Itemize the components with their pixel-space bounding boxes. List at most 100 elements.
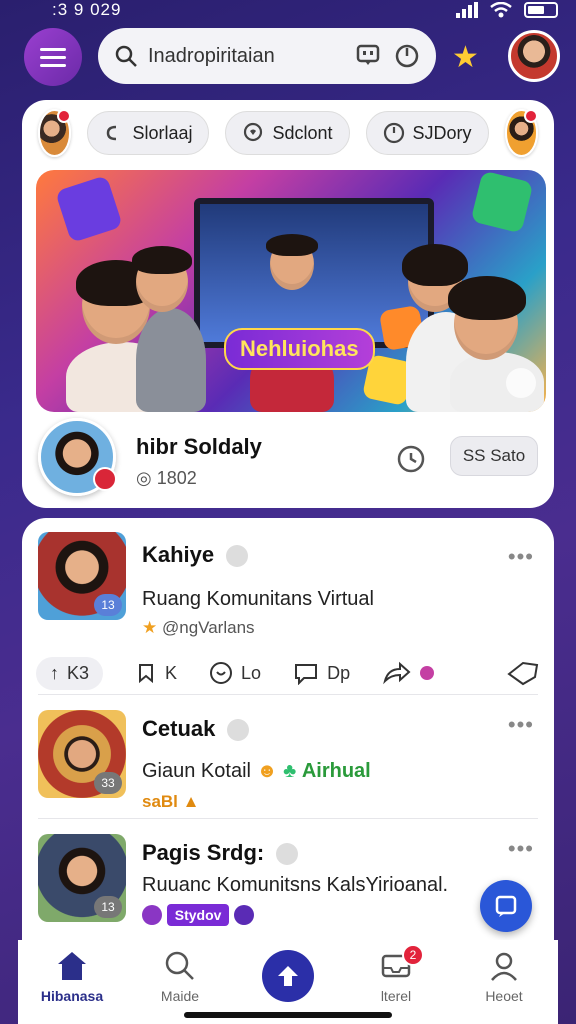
- link-icon: [107, 125, 117, 141]
- clock-icon: [383, 122, 404, 144]
- chip-row: Slorlaaj Sdclont SJDory: [38, 109, 538, 157]
- nav-profile[interactable]: Heoet: [454, 950, 554, 1004]
- chip-2[interactable]: Sdclont: [225, 111, 350, 155]
- post-title[interactable]: Cetuak: [142, 716, 250, 742]
- post-title-text: Pagis Srdg:: [142, 840, 265, 865]
- profile-name[interactable]: hibr Soldaly: [136, 434, 262, 460]
- reaction-icon: [210, 662, 233, 684]
- more-icon[interactable]: •••: [508, 544, 534, 570]
- tag-button[interactable]: [506, 660, 540, 686]
- post-title-text: Kahiye: [142, 542, 215, 567]
- tag-icon-right: [234, 905, 255, 925]
- post-title[interactable]: Pagis Srdg:: [142, 840, 299, 866]
- hero-label: Nehluiohas: [224, 328, 375, 370]
- post-badge: 13: [94, 896, 122, 918]
- profile-row: hibr Soldaly ◎ 1802 SS Sato: [38, 418, 538, 498]
- signal-icon: [456, 2, 478, 18]
- inbox-badge: 2: [402, 944, 424, 966]
- bookmark-button[interactable]: K: [135, 662, 177, 684]
- nav-home[interactable]: Hibanasa: [22, 950, 122, 1004]
- compose-icon: [495, 895, 517, 917]
- group-avatar-left[interactable]: [38, 109, 72, 157]
- nav-inbox-label: lterel: [380, 988, 412, 1004]
- hero-more-button[interactable]: [506, 368, 536, 398]
- upload-button[interactable]: [262, 950, 314, 1002]
- nav-search[interactable]: Maide: [130, 950, 230, 1004]
- nav-home-label: Hibanasa: [40, 988, 104, 1004]
- status-bar: :3 9 029: [0, 0, 576, 22]
- like-icon: ↑: [50, 662, 59, 683]
- status-button[interactable]: SS Sato: [450, 436, 538, 476]
- feed-card: 13 Kahiye Ruang Komunitans Virtual ★ @ng…: [22, 518, 554, 948]
- bookmark-icon: [139, 664, 154, 684]
- post-item[interactable]: 13 Pagis Srdg: Ruuanc Komunitsns KalsYir…: [22, 834, 554, 944]
- more-icon[interactable]: •••: [508, 712, 534, 738]
- tag-icon: [507, 661, 539, 686]
- post-line: Ruang Komunitans Virtual: [142, 588, 374, 610]
- nav-search-label: Maide: [160, 988, 200, 1004]
- profile-avatar[interactable]: [38, 418, 117, 496]
- reaction-count: Lo: [241, 662, 262, 683]
- post-line-a: Giaun Kotail: [142, 760, 251, 782]
- top-bar: Inadropiritaian ★: [24, 28, 560, 86]
- star-small-icon: ★: [142, 618, 158, 637]
- post-tag[interactable]: Stydov: [166, 904, 230, 926]
- post-line: Ruuanc Komunitsns KalsYirioanal.: [142, 874, 449, 896]
- share-button[interactable]: [382, 661, 435, 685]
- search-nav-icon: [165, 951, 194, 980]
- reaction-button[interactable]: Lo: [209, 661, 261, 685]
- post-thumbnail[interactable]: 13: [38, 834, 126, 922]
- post-line-b: Airhual: [301, 760, 371, 782]
- divider: [38, 694, 538, 695]
- nav-center[interactable]: [238, 950, 338, 1002]
- user-avatar[interactable]: [508, 30, 560, 82]
- like-button[interactable]: ↑ K3: [36, 656, 104, 690]
- timer-icon[interactable]: [396, 444, 426, 474]
- chip-1[interactable]: Slorlaaj: [87, 111, 210, 155]
- post-thumbnail[interactable]: 13: [38, 532, 126, 620]
- bookmark-count: K: [165, 662, 178, 683]
- compose-fab[interactable]: [480, 880, 532, 932]
- chip-3[interactable]: SJDory: [365, 111, 489, 155]
- profile-count: ◎ 1802: [136, 468, 197, 489]
- divider: [38, 818, 538, 819]
- post-sub-text: @ngVarlans: [161, 618, 255, 637]
- group-avatar-right[interactable]: [504, 109, 538, 157]
- like-count: K3: [67, 662, 90, 683]
- puzzle-icon: ♣: [283, 760, 297, 782]
- status-time: :3 9 029: [52, 0, 122, 19]
- post-badge: 13: [94, 594, 122, 616]
- nav-inbox[interactable]: 2 lterel: [346, 944, 446, 1004]
- more-icon[interactable]: •••: [508, 836, 534, 862]
- chat-icon[interactable]: [356, 43, 380, 67]
- search-bar[interactable]: Inadropiritaian: [98, 28, 436, 84]
- post-sub: saBl ▲: [142, 792, 199, 812]
- power-icon[interactable]: [394, 43, 420, 69]
- menu-button[interactable]: [24, 28, 82, 86]
- comment-button[interactable]: Dp: [293, 661, 350, 685]
- share-icon: [383, 661, 411, 685]
- action-row: ↑ K3 K Lo Dp: [36, 654, 540, 692]
- search-input[interactable]: Inadropiritaian: [148, 45, 356, 68]
- sticker-icon: [276, 843, 299, 866]
- post-title-text: Cetuak: [142, 716, 216, 741]
- emoji-icon: ☻: [256, 760, 278, 782]
- post-item[interactable]: 33 Cetuak Giaun Kotail ☻ ♣ Airhual saBl …: [22, 710, 554, 820]
- hero-banner[interactable]: Nehluiohas: [36, 170, 546, 412]
- featured-card: Slorlaaj Sdclont SJDory Nehluiohas hibr …: [22, 100, 554, 508]
- home-indicator: [184, 1012, 392, 1018]
- chip-1-label: Slorlaaj: [132, 122, 193, 143]
- post-item[interactable]: 13 Kahiye Ruang Komunitans Virtual ★ @ng…: [22, 532, 554, 700]
- sticker-icon: [227, 719, 250, 742]
- star-icon[interactable]: ★: [452, 40, 479, 75]
- post-badge: 33: [94, 772, 122, 794]
- home-icon: [58, 952, 86, 980]
- post-title[interactable]: Kahiye: [142, 542, 249, 568]
- post-thumbnail[interactable]: 33: [38, 710, 126, 798]
- views-icon: ◎: [136, 468, 152, 488]
- battery-icon: [524, 2, 558, 18]
- comment-icon: [295, 664, 318, 685]
- cube-decoration: [54, 174, 124, 244]
- post-sub: ★ @ngVarlans: [142, 618, 255, 638]
- sticker-icon: [226, 545, 249, 568]
